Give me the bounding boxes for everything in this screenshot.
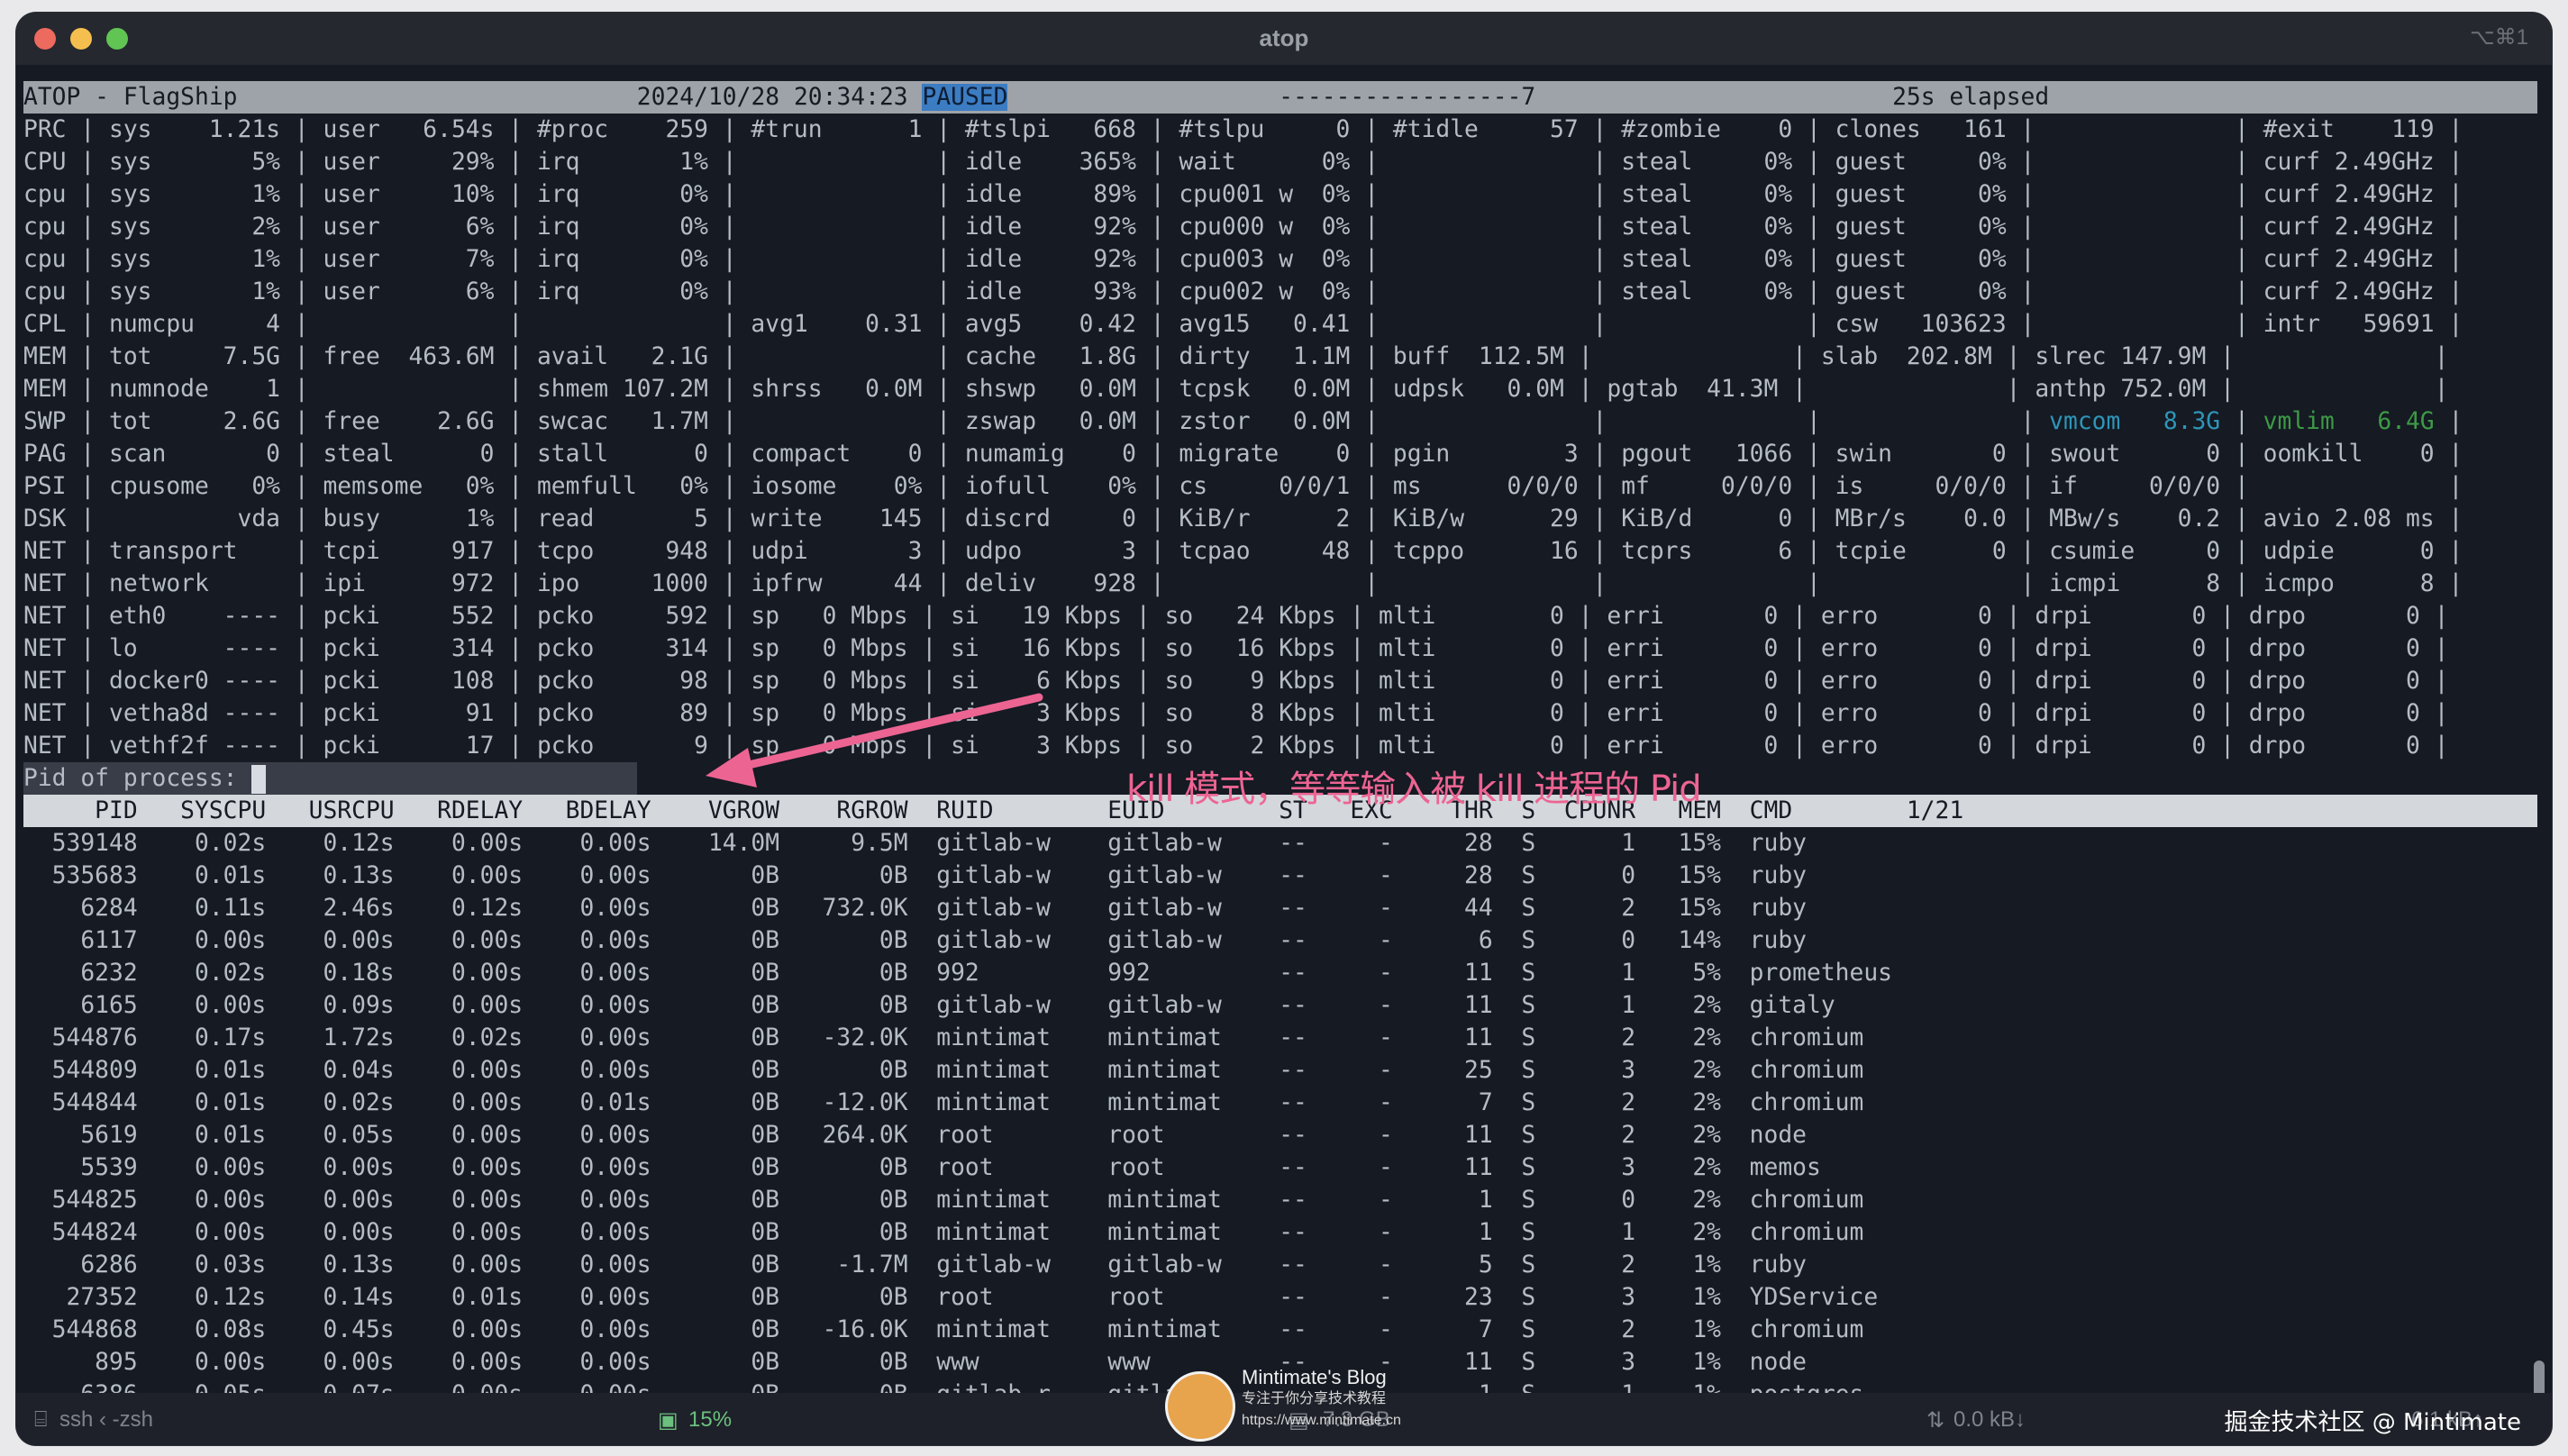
watermark-url: https://www.mintimate.cn <box>1242 1413 1401 1428</box>
cpu-icon: ▣ <box>658 1408 678 1433</box>
separator: | <box>2434 408 2463 435</box>
brand-watermark: 掘金技术社区 @ Mintimate <box>2224 1409 2521 1436</box>
process-row[interactable]: 6284 0.11s 2.46s 0.12s 0.00s 0B 732.0K g… <box>23 892 1807 924</box>
process-row[interactable]: 27352 0.12s 0.14s 0.01s 0.00s 0B 0B root… <box>23 1281 1878 1314</box>
process-row[interactable]: 6117 0.00s 0.00s 0.00s 0.00s 0B 0B gitla… <box>23 924 1807 957</box>
session-label[interactable]: ssh ‹ -zsh <box>59 1407 153 1433</box>
header-dashes: -----------------7 <box>1279 84 1536 111</box>
cpu-usage: 15% <box>688 1407 733 1432</box>
network-icon: ⇅ <box>1926 1408 1945 1433</box>
title-bar: atop ⌥⌘1 <box>16 13 2552 65</box>
process-row[interactable]: 544824 0.00s 0.00s 0.00s 0.00s 0B 0B min… <box>23 1216 1864 1249</box>
process-row[interactable]: 5619 0.01s 0.05s 0.00s 0.00s 0B 264.0K r… <box>23 1119 1807 1151</box>
process-row[interactable]: 6286 0.03s 0.13s 0.00s 0.00s 0B -1.7M gi… <box>23 1249 1807 1281</box>
elapsed-time: 25s elapsed <box>1892 84 2050 111</box>
annotation-text: kill 模式，等等输入被 kill 进程的 Pid <box>1126 769 1702 810</box>
process-row[interactable]: 6232 0.02s 0.18s 0.00s 0.00s 0B 0B 992 9… <box>23 957 1892 989</box>
process-row[interactable]: 544844 0.01s 0.02s 0.00s 0.01s 0B -12.0K… <box>23 1087 1864 1119</box>
process-row[interactable]: 544825 0.00s 0.00s 0.00s 0.00s 0B 0B min… <box>23 1184 1864 1216</box>
terminal-icon: ⌸ <box>34 1407 48 1432</box>
process-row[interactable]: 544868 0.08s 0.45s 0.00s 0.00s 0B -16.0K… <box>23 1314 1864 1346</box>
network-down: 0.0 kB↓ <box>1953 1407 2026 1432</box>
window-title: atop <box>1259 24 1309 51</box>
blog-logo <box>1165 1371 1235 1442</box>
terminal-content[interactable]: ATOP - FlagShip 2024/10/28 20:34:23 PAUS… <box>16 67 2552 1408</box>
process-row[interactable]: 5539 0.00s 0.00s 0.00s 0.00s 0B 0B root … <box>23 1151 1821 1184</box>
process-row[interactable]: 544809 0.01s 0.04s 0.00s 0.00s 0B 0B min… <box>23 1054 1864 1087</box>
window-shortcut: ⌥⌘1 <box>2469 25 2528 50</box>
watermark-title: Mintimate's Blog <box>1242 1366 1387 1388</box>
terminal-window: atop ⌥⌘1 ATOP - FlagShip 2024/10/28 20:3… <box>16 13 2552 1445</box>
process-row[interactable]: 895 0.00s 0.00s 0.00s 0.00s 0B 0B www ww… <box>23 1346 1807 1379</box>
watermark-subtitle: 专注于你分享技术教程 <box>1242 1391 1387 1406</box>
separator: | <box>2220 408 2263 435</box>
blog-watermark: Mintimate's Blog 专注于你分享技术教程 https://www.… <box>1242 1367 1401 1432</box>
vmcom-value: vmcom 8.3G <box>2049 408 2221 435</box>
process-row[interactable]: 544876 0.17s 1.72s 0.02s 0.00s 0B -32.0K… <box>23 1022 1864 1054</box>
process-row[interactable]: 6165 0.00s 0.09s 0.00s 0.00s 0B 0B gitla… <box>23 989 1835 1022</box>
vmlim-value: vmlim 6.4G <box>2263 408 2435 435</box>
annotation-arrow-icon <box>706 693 1043 787</box>
